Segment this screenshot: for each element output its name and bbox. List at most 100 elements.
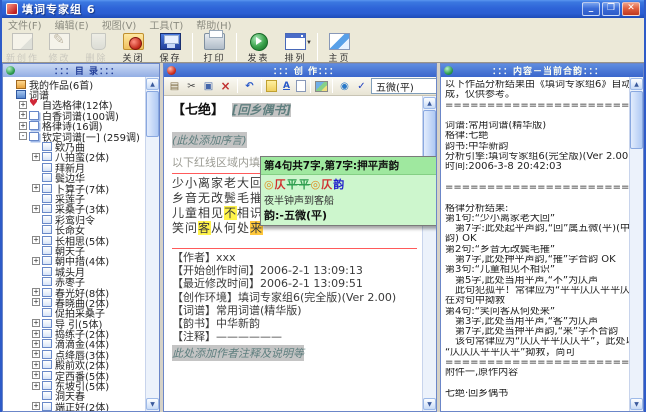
expand-toggle-icon[interactable]: +: [32, 204, 40, 213]
analysis-line: 格律分析结果:: [445, 203, 509, 214]
toolbar-separator: [237, 79, 238, 93]
expand-toggle-icon[interactable]: +: [32, 256, 40, 265]
scroll-down-icon[interactable]: ▼: [630, 398, 643, 410]
scroll-up-icon[interactable]: ▲: [423, 97, 436, 109]
verify-text-icon[interactable]: [279, 79, 294, 93]
cut-icon[interactable]: [184, 79, 199, 93]
editor-toolbar-icons: [167, 79, 369, 93]
close-button[interactable]: ✕: [622, 2, 640, 16]
new-button[interactable]: ▼ 新创作: [4, 32, 41, 64]
menu-item[interactable]: 工具(T): [149, 17, 183, 32]
expand-toggle-icon[interactable]: +: [32, 339, 40, 348]
metadata-line[interactable]: 【最近修改时间】2006-2-1 13:09:51: [172, 277, 417, 290]
metadata-line[interactable]: 【词谱】常用词谱(精华版): [172, 304, 417, 317]
title-placeholder[interactable]: [回乡偶书]: [232, 103, 291, 117]
expand-toggle-icon[interactable]: +: [32, 298, 40, 307]
restore-button[interactable]: ❐: [602, 2, 620, 16]
expand-toggle-icon[interactable]: +: [32, 381, 40, 390]
metadata-line[interactable]: 【作者】xxx: [172, 251, 417, 264]
close-button[interactable]: ▼ 关闭: [115, 32, 152, 64]
analysis-line: 第4句:“笑问客从何处来”: [445, 306, 556, 317]
note-placeholder[interactable]: 此处添加作者注释及说明等: [172, 345, 304, 362]
main-toolbar: ▼ 新创作 ▼ 修改 ▼ 删除: [2, 30, 644, 64]
analysis-content[interactable]: 以下作品分析结果由《填词专家组6》自动生 成，仅供参考。 =============…: [442, 78, 629, 410]
expand-toggle-icon[interactable]: +: [19, 111, 27, 120]
expand-toggle-icon[interactable]: +: [32, 329, 40, 338]
minimize-button[interactable]: _: [582, 2, 600, 16]
tree-node-icon: [42, 401, 52, 411]
expand-toggle-icon[interactable]: +: [32, 236, 40, 245]
analysis-line: ================================: [445, 100, 629, 111]
tree-item[interactable]: 我的作品(6首): [4, 79, 145, 92]
scrollbar-thumb[interactable]: [146, 91, 159, 137]
note-icon[interactable]: [266, 80, 277, 92]
blank-page-icon[interactable]: [296, 80, 306, 92]
save-button[interactable]: ▼ 保存: [152, 32, 189, 64]
home-button[interactable]: ▼ 主页: [321, 32, 358, 64]
tooltip-pattern: ◎仄平平◎仄韵: [261, 175, 436, 192]
expand-toggle-icon[interactable]: +: [32, 184, 40, 193]
expand-toggle-icon[interactable]: -: [19, 132, 27, 141]
print-button[interactable]: ▼ 打印: [196, 30, 233, 64]
composer-panel-header[interactable]: ：：：创 作：：：: [164, 64, 436, 77]
metadata-line[interactable]: 【注释】——————: [172, 330, 417, 343]
menu-item[interactable]: 文件(F): [8, 17, 42, 32]
check-rhyme-icon[interactable]: [354, 79, 369, 93]
expand-toggle-icon[interactable]: +: [32, 319, 40, 328]
metadata-line[interactable]: 【开始创作时间】2006-2-1 13:09:13: [172, 264, 417, 277]
pattern-char: 仄: [321, 178, 334, 191]
delete-button[interactable]: ▼ 删除: [78, 32, 115, 64]
metadata-line[interactable]: 【创作环境】填词专家组6(完全版)(Ver 2.00): [172, 291, 417, 304]
expand-toggle-icon[interactable]: +: [32, 371, 40, 380]
catalog-scrollbar[interactable]: ▲ ▼: [145, 77, 159, 411]
tree-node-icon: [29, 121, 39, 131]
undo-icon[interactable]: [242, 79, 257, 93]
scrollbar-thumb[interactable]: [630, 91, 643, 149]
poem-metadata[interactable]: 【作者】xxx 【开始创作时间】2006-2-1 13:09:13 【最近修改时…: [172, 251, 417, 343]
expand-toggle-icon[interactable]: +: [19, 121, 27, 130]
trash-icon: ▼: [90, 33, 106, 50]
catalog-panel-header[interactable]: ：：：目 录：：：: [3, 64, 159, 77]
scroll-up-icon[interactable]: ▲: [146, 78, 159, 90]
analysis-scrollbar[interactable]: ▲ ▼: [629, 77, 643, 411]
metadata-key: 【开始创作时间】: [172, 264, 260, 278]
poem-title-line[interactable]: 【七绝】 [回乡偶书]: [172, 99, 417, 118]
metadata-line[interactable]: 【韵书】中华新韵: [172, 317, 417, 330]
editor-content[interactable]: 【七绝】[回乡偶书] (此处添加序言) 以下红线区域内填入正文，以行断句，隔行分…: [165, 96, 421, 410]
editor-scrollbar[interactable]: ▲ ▼: [422, 96, 436, 411]
preview-icon[interactable]: [337, 79, 352, 93]
menu-item[interactable]: 视图(V): [102, 17, 137, 32]
expand-toggle-icon[interactable]: +: [32, 288, 40, 296]
delete-icon[interactable]: [218, 79, 233, 93]
catalog-panel: ：：：目 录：：： 我的作品(6首) 词谱 + ♥ 自选格律(12体) + 白香…: [2, 63, 160, 412]
expand-toggle-icon[interactable]: +: [32, 152, 40, 161]
arrange-button[interactable]: ▼ 排列: [277, 32, 314, 64]
expand-toggle-icon[interactable]: +: [32, 350, 40, 359]
analysis-line: [445, 193, 629, 203]
composer-panel-title: ：：：创 作：：：: [272, 67, 340, 77]
rhyme-select[interactable]: 五微(平) ▼: [371, 78, 436, 94]
scroll-up-icon[interactable]: ▲: [630, 78, 643, 90]
expand-toggle-icon[interactable]: +: [32, 402, 40, 411]
metadata-value: xxx: [216, 251, 236, 264]
analysis-line: 第7字,此处押平声韵,“摧”字合韵 OK: [445, 255, 616, 266]
copy-icon[interactable]: [201, 79, 216, 93]
edit-pencil-icon: ▼: [49, 31, 70, 50]
title-bar[interactable]: 填词专家组 6 _ ❐ ✕: [2, 0, 644, 18]
metadata-value: 2006-2-1 13:09:13: [260, 264, 363, 278]
publish-button[interactable]: ▼ 发表: [240, 32, 277, 64]
tree-node-icon: [29, 99, 39, 109]
analysis-panel-header[interactable]: ：：：内容－当前合韵：：：: [441, 64, 643, 77]
catalog-tree[interactable]: 我的作品(6首) 词谱 + 自选格律(12体) + 白香词谱(: [4, 78, 145, 411]
picture-icon[interactable]: [315, 80, 328, 92]
toolbar-separator: [310, 79, 311, 93]
expand-toggle-icon[interactable]: +: [19, 100, 27, 109]
paste-icon[interactable]: [167, 79, 182, 93]
modify-button[interactable]: ▼ 修改: [41, 31, 78, 64]
preface-placeholder[interactable]: (此处添加序言): [172, 132, 247, 148]
menu-item[interactable]: 编辑(E): [55, 17, 89, 32]
analysis-line: 第3字,此处当用平声,“客”为仄声: [445, 316, 599, 327]
expand-toggle-icon[interactable]: +: [32, 360, 40, 369]
scroll-down-icon[interactable]: ▼: [146, 398, 159, 410]
scroll-down-icon[interactable]: ▼: [423, 398, 436, 410]
